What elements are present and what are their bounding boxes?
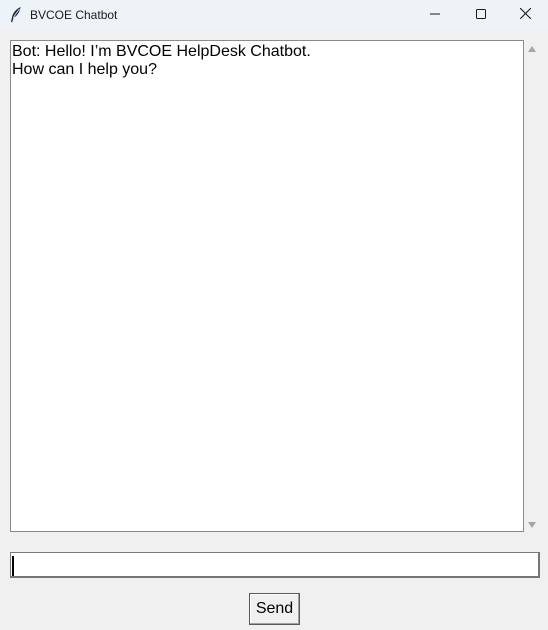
scroll-down-button[interactable] — [524, 516, 540, 532]
chat-scrollbar[interactable] — [524, 40, 540, 532]
window-title: BVCOE Chatbot — [30, 8, 118, 22]
minimize-button[interactable] — [412, 0, 458, 30]
send-button[interactable]: Send — [249, 593, 300, 625]
close-icon — [519, 6, 531, 24]
maximize-button[interactable] — [458, 0, 504, 30]
minimize-icon — [430, 6, 440, 24]
feather-icon — [9, 6, 23, 24]
scroll-up-arrow-icon — [528, 39, 536, 57]
text-cursor — [12, 556, 14, 576]
chatbot-window: BVCOE Chatbot Bot: Hello! I’m BVCOE Help… — [0, 0, 548, 630]
chat-line: How can I help you? — [12, 61, 157, 78]
maximize-icon — [476, 6, 486, 24]
chat-lines: Bot: Hello! I’m BVCOE HelpDesk Chatbot. … — [11, 41, 523, 79]
message-input[interactable] — [10, 552, 540, 578]
scroll-down-arrow-icon — [528, 515, 536, 533]
chat-history[interactable]: Bot: Hello! I’m BVCOE HelpDesk Chatbot. … — [10, 40, 524, 532]
chat-line: Bot: Hello! I’m BVCOE HelpDesk Chatbot. — [12, 43, 311, 60]
title-bar[interactable]: BVCOE Chatbot — [0, 0, 548, 30]
close-button[interactable] — [502, 0, 548, 30]
scroll-up-button[interactable] — [524, 40, 540, 56]
